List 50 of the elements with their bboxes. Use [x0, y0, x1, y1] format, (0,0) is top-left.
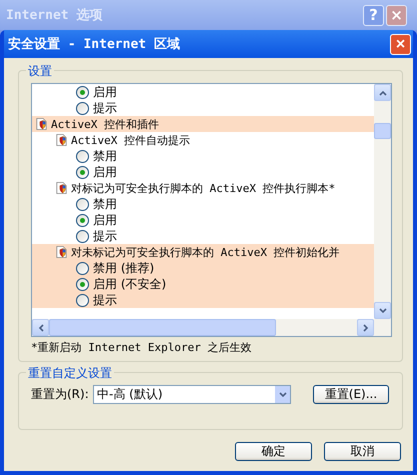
- document-shield-icon: [56, 181, 67, 195]
- radio-button[interactable]: [76, 102, 89, 114]
- option-label[interactable]: 禁用 (推荐): [93, 260, 154, 276]
- setting-label: ActiveX 控件自动提示: [71, 132, 190, 148]
- right-chevron-icon: [362, 324, 370, 332]
- left-chevron-icon: [36, 324, 44, 332]
- down-chevron-icon: [278, 390, 286, 398]
- document-shield-icon: [36, 117, 47, 131]
- restart-note: *重新启动 Internet Explorer 之后生效: [31, 340, 252, 355]
- option-label[interactable]: 提示: [93, 228, 117, 244]
- radio-button[interactable]: [76, 262, 89, 274]
- cancel-button[interactable]: 取消: [324, 442, 401, 461]
- radio-button[interactable]: [76, 294, 89, 306]
- option-label[interactable]: 提示: [93, 292, 117, 308]
- reset-level-dropdown[interactable]: 中-高 (默认): [93, 385, 291, 404]
- dialog-title: 安全设置 - Internet 区域: [8, 36, 180, 53]
- option-label[interactable]: 禁用: [93, 148, 117, 164]
- radio-button[interactable]: [76, 86, 89, 98]
- option-label[interactable]: 提示: [93, 100, 117, 116]
- scroll-thumb[interactable]: [49, 319, 276, 336]
- option-label[interactable]: 禁用: [93, 196, 117, 212]
- up-chevron-icon: [378, 88, 386, 96]
- setting-label: 对标记为可安全执行脚本的 ActiveX 控件执行脚本*: [71, 180, 336, 196]
- radio-button[interactable]: [76, 278, 89, 290]
- vertical-scrollbar[interactable]: [374, 84, 391, 319]
- scroll-up-button[interactable]: [374, 84, 391, 101]
- down-chevron-icon: [378, 306, 386, 314]
- reset-label: 重置为(R):: [31, 386, 90, 403]
- radio-button[interactable]: [76, 230, 89, 242]
- group-legend: 重置自定义设置: [26, 365, 114, 382]
- scroll-down-button[interactable]: [374, 302, 391, 319]
- setting-label: 对未标记为可安全执行脚本的 ActiveX 控件初始化并: [71, 244, 340, 260]
- scroll-right-button[interactable]: [357, 319, 374, 336]
- scroll-left-button[interactable]: [32, 319, 49, 336]
- radio-button[interactable]: [76, 150, 89, 162]
- scroll-thumb[interactable]: [374, 123, 391, 139]
- category-label: ActiveX 控件和插件: [51, 116, 159, 132]
- radio-button[interactable]: [76, 198, 89, 210]
- window-title: Internet 选项: [6, 7, 102, 24]
- document-shield-icon: [56, 133, 67, 147]
- option-label[interactable]: 启用: [93, 84, 117, 100]
- document-shield-icon: [56, 245, 67, 259]
- radio-button[interactable]: [76, 166, 89, 178]
- reset-button[interactable]: 重置(E)...: [313, 385, 389, 404]
- horizontal-scrollbar[interactable]: [32, 319, 391, 336]
- option-label[interactable]: 启用: [93, 164, 117, 180]
- option-label[interactable]: 启用: [93, 212, 117, 228]
- close-button[interactable]: ×: [390, 34, 411, 54]
- radio-button[interactable]: [76, 214, 89, 226]
- ok-button[interactable]: 确定: [235, 442, 312, 461]
